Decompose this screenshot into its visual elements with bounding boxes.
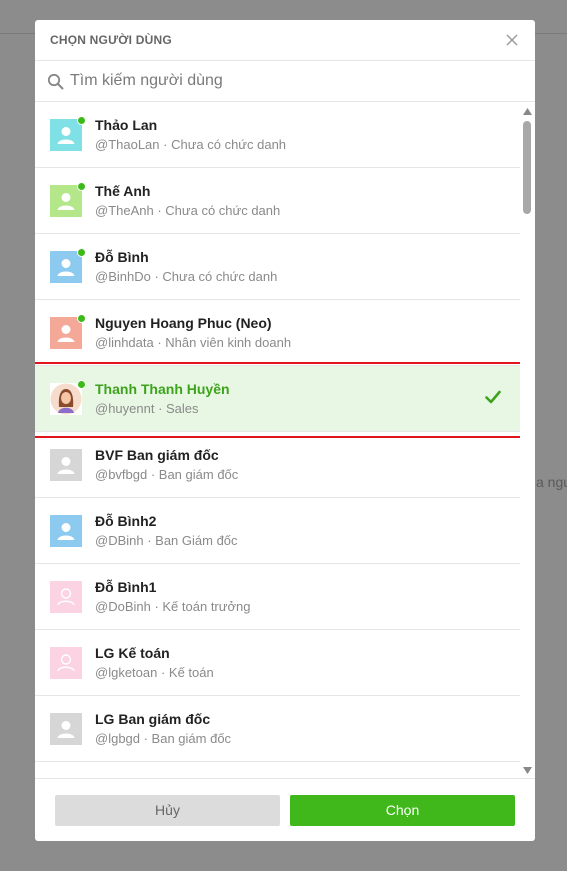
search-input[interactable]	[70, 72, 490, 90]
user-name: LG Ban giám đốc	[95, 710, 211, 727]
user-info: Thế Anh @TheAnh · Chưa có chức danh	[95, 182, 280, 220]
user-name: Nguyen Hoang Phuc (Neo)	[95, 314, 272, 331]
user-name: LG Kế toán	[95, 644, 170, 661]
user-subtitle: @TheAnh · Chưa có chức danh	[95, 202, 281, 218]
background-divider	[0, 33, 35, 34]
user-info: Nguyen Hoang Phuc (Neo) @linhdata · Nhân …	[95, 314, 291, 352]
user-info: Đỗ Bình1 @DoBinh · Kế toán trưởng	[95, 578, 250, 616]
user-list-item[interactable]: BVF Ban giám đốc @bvfbgd · Ban giám đốc	[35, 432, 520, 498]
user-subtitle: @huyennt · Sales	[95, 400, 199, 416]
scrollbar[interactable]	[520, 102, 535, 778]
dialog-title: CHỌN NGƯỜI DÙNG	[50, 33, 172, 47]
user-name: Thanh Thanh Huyền	[95, 380, 230, 397]
background-text: a ngu	[536, 474, 567, 490]
avatar	[50, 181, 86, 217]
online-status-dot	[77, 379, 86, 389]
user-subtitle: @ThaoLan · Chưa có chức danh	[95, 136, 287, 152]
online-status-dot	[77, 181, 86, 191]
user-subtitle: @lgketoan · Kế toán	[95, 664, 214, 680]
user-list-item[interactable]: Đỗ Bình2 @DBinh · Ban Giám đốc	[35, 498, 520, 564]
user-info: Thanh Thanh Huyền @huyennt · Sales	[95, 380, 230, 418]
user-info: LG Kế toán @lgketoan · Kế toán	[95, 644, 214, 682]
dialog-header: CHỌN NGƯỜI DÙNG	[35, 20, 535, 61]
background-divider-right	[535, 33, 567, 34]
user-info: LG Ban giám đốc @lgbgd · Ban giám đốc	[95, 710, 231, 748]
avatar	[50, 514, 82, 547]
user-name: Thảo Lan	[95, 116, 158, 133]
user-list-item[interactable]: LG Ban giám đốc @lgbgd · Ban giám đốc	[35, 696, 520, 762]
avatar	[50, 115, 86, 151]
user-list-item[interactable]: Nguyen Hoang Phuc (Neo) @linhdata · Nhân …	[35, 300, 520, 366]
avatar	[50, 712, 82, 745]
user-subtitle: @bvfbgd · Ban giám đốc	[95, 466, 239, 482]
avatar	[50, 646, 82, 679]
user-name: BVF Ban giám đốc	[95, 446, 219, 463]
close-icon[interactable]	[505, 33, 519, 47]
scroll-down-arrow-icon[interactable]	[523, 766, 532, 774]
avatar	[50, 580, 82, 613]
online-status-dot	[77, 313, 86, 323]
scroll-up-arrow-icon[interactable]	[523, 107, 532, 115]
user-subtitle: @DBinh · Ban Giám đốc	[95, 532, 238, 548]
online-status-dot	[77, 115, 86, 125]
online-status-dot	[77, 247, 86, 257]
avatar	[50, 313, 86, 349]
user-info: Đỗ Bình2 @DBinh · Ban Giám đốc	[95, 512, 238, 550]
user-list-item[interactable]: Thế Anh @TheAnh · Chưa có chức danh	[35, 168, 520, 234]
user-info: Đỗ Bình @BinhDo · Chưa có chức danh	[95, 248, 277, 286]
search-box	[35, 61, 535, 102]
search-icon	[47, 72, 65, 90]
avatar	[50, 448, 82, 481]
select-user-dialog: CHỌN NGƯỜI DÙNG Thảo Lan @ThaoLan · Chưa …	[35, 20, 535, 841]
user-list-item[interactable]: Thảo Lan @ThaoLan · Chưa có chức danh	[35, 102, 520, 168]
user-list-item[interactable]: Đỗ Bình1 @DoBinh · Kế toán trưởng	[35, 564, 520, 630]
user-name: Đỗ Bình1	[95, 578, 157, 595]
user-name: Đỗ Bình	[95, 248, 149, 265]
cancel-button[interactable]: Hủy	[55, 794, 280, 826]
user-list-item[interactable]: Thanh Thanh Huyền @huyennt · Sales	[35, 366, 520, 432]
user-subtitle: @BinhDo · Chưa có chức danh	[95, 268, 278, 284]
user-info: Thảo Lan @ThaoLan · Chưa có chức danh	[95, 116, 286, 154]
confirm-button[interactable]: Chọn	[290, 794, 515, 826]
user-info: BVF Ban giám đốc @bvfbgd · Ban giám đốc	[95, 446, 238, 484]
checkmark-icon	[485, 390, 501, 404]
user-subtitle: @DoBinh · Kế toán trưởng	[95, 598, 251, 614]
scrollbar-thumb[interactable]	[523, 121, 531, 214]
user-name: Thế Anh	[95, 182, 151, 199]
user-subtitle: @lgbgd · Ban giám đốc	[95, 730, 232, 746]
user-name: Đỗ Bình2	[95, 512, 157, 529]
dialog-footer: Hủy Chọn	[35, 778, 535, 841]
user-list-container: Thảo Lan @ThaoLan · Chưa có chức danh Thế …	[35, 102, 535, 778]
user-list-item[interactable]: Đỗ Bình @BinhDo · Chưa có chức danh	[35, 234, 520, 300]
user-subtitle: @linhdata · Nhân viên kinh doanh	[95, 334, 292, 350]
avatar	[50, 379, 86, 415]
avatar	[50, 247, 86, 283]
user-list: Thảo Lan @ThaoLan · Chưa có chức danh Thế …	[35, 102, 520, 762]
user-list-item[interactable]: LG Kế toán @lgketoan · Kế toán	[35, 630, 520, 696]
